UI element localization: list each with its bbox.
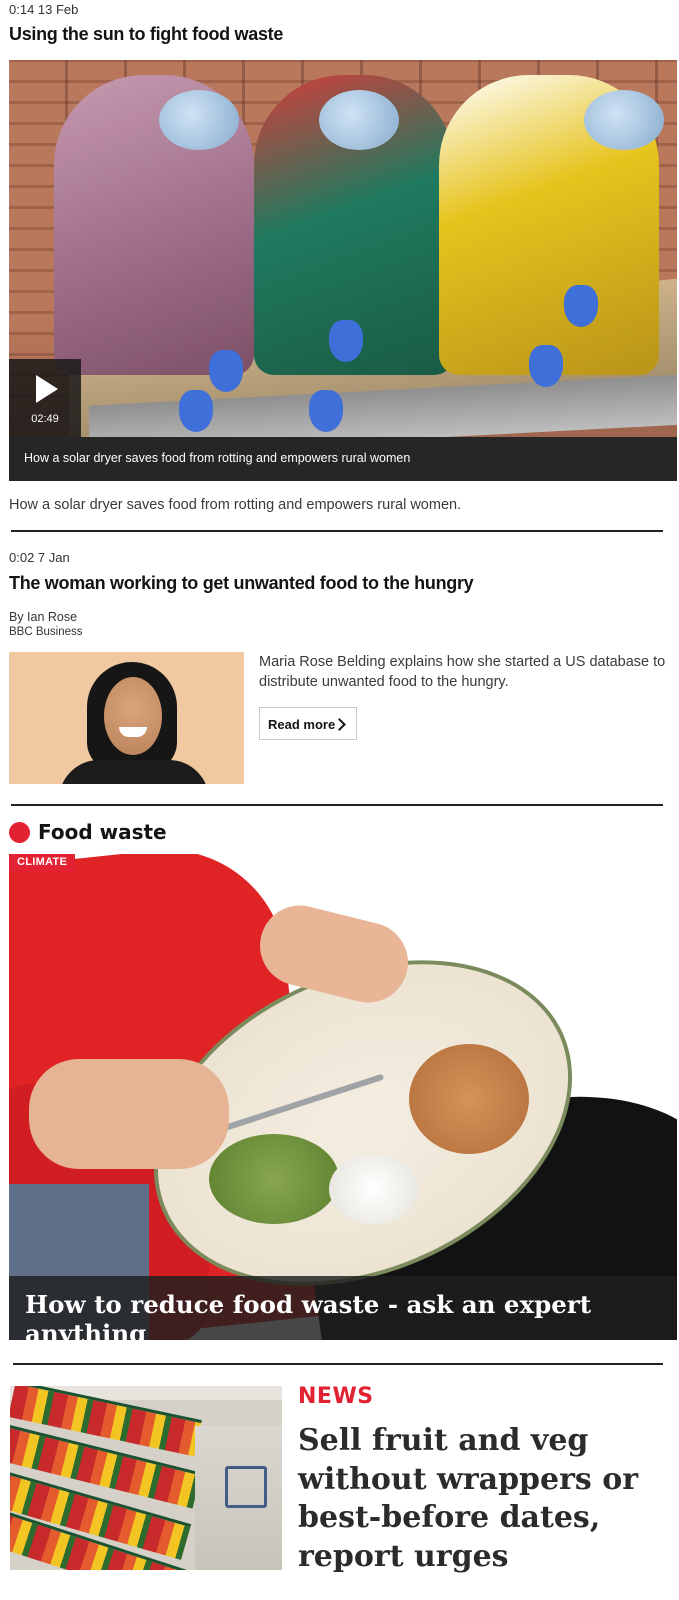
story2-portrait-image[interactable] [9,652,244,784]
story1-summary: How a solar dryer saves food from rottin… [9,497,462,513]
feature-headline[interactable]: How to reduce food waste - ask an expert… [9,1276,677,1340]
news-label: NEWS [298,1384,374,1409]
story1-video-player[interactable]: 02:49 How a solar dryer saves food from … [9,60,677,481]
story2-timestamp: 0:02 7 Jan [9,550,70,565]
video-caption: How a solar dryer saves food from rottin… [9,437,677,481]
divider [13,1363,663,1365]
play-button[interactable]: 02:49 [9,359,81,437]
divider [11,530,663,532]
story2-title[interactable]: The woman working to get unwanted food t… [9,573,677,594]
news-supermarket-image[interactable] [10,1386,282,1570]
story2-source: BBC Business [9,626,83,638]
story1-video-thumbnail [9,60,677,463]
food-waste-feature-card[interactable]: CLIMATE How to reduce food waste - ask a… [9,854,677,1340]
video-duration: 02:49 [31,413,59,425]
read-more-button[interactable]: Read more [259,707,357,740]
divider [11,804,663,806]
story2-byline: By Ian Rose [9,610,78,624]
category-tag: CLIMATE [9,854,76,873]
section-dot-icon [9,822,30,843]
story1-title[interactable]: Using the sun to fight food waste [9,24,677,45]
section-title[interactable]: Food waste [38,820,167,844]
story1-timestamp: 0:14 13 Feb [9,2,79,17]
story2-summary: Maria Rose Belding explains how she star… [259,654,666,690]
news-headline[interactable]: Sell fruit and veg without wrappers or b… [298,1422,668,1576]
play-icon [36,375,58,403]
read-more-label: Read more [268,717,336,732]
